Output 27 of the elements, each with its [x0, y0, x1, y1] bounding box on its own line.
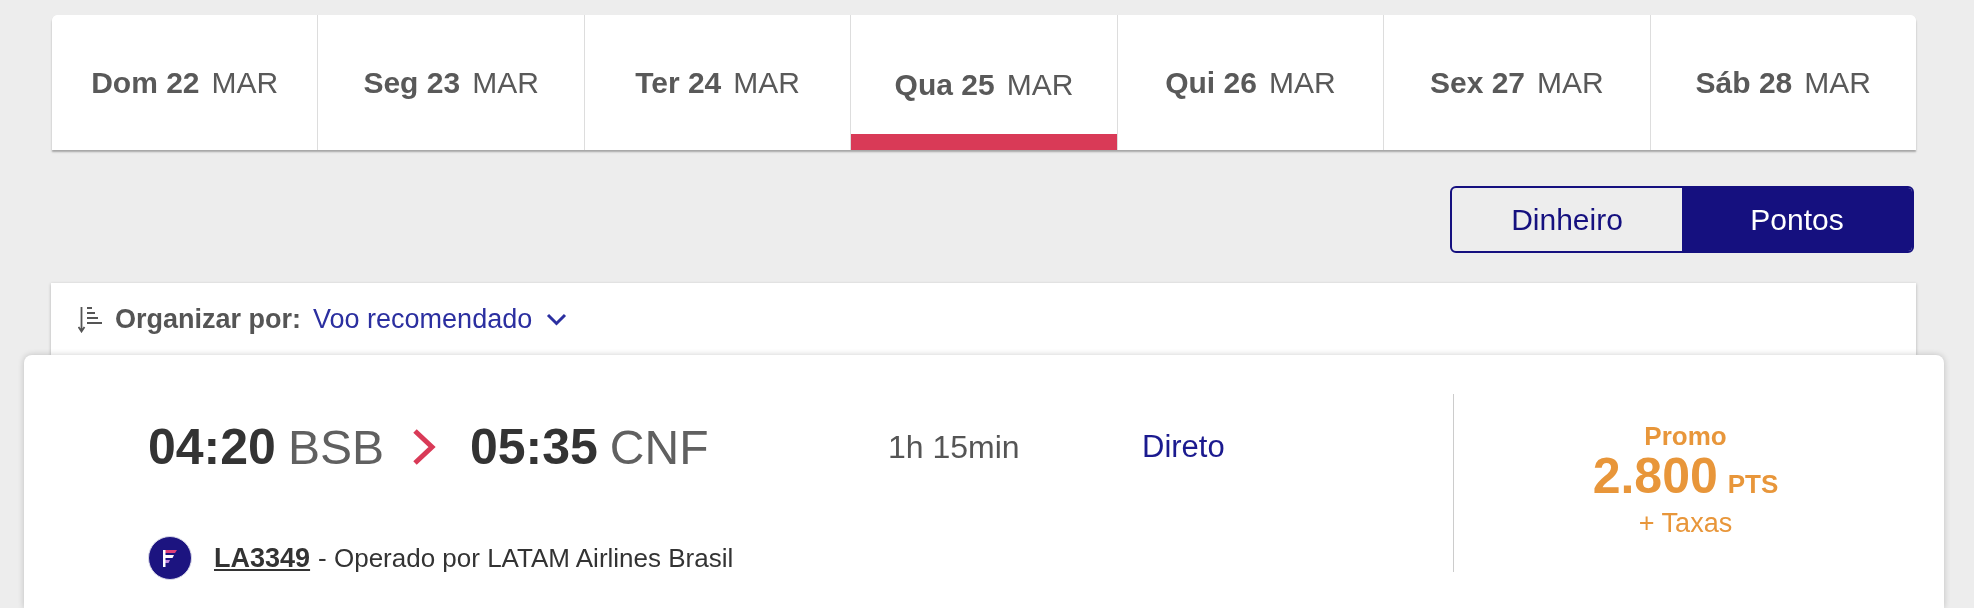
price-amount: 2.800: [1592, 451, 1718, 501]
sort-label: Organizar por:: [115, 303, 302, 335]
sort-icon: [78, 305, 103, 333]
fare-option[interactable]: Pontos: [1682, 188, 1912, 251]
date-tab[interactable]: Qui 26 MAR: [1117, 15, 1385, 150]
date-tab[interactable]: Ter 24 MAR: [584, 15, 852, 150]
date-tab[interactable]: Seg 23 MAR: [318, 15, 585, 150]
departure-time: 04:20: [148, 418, 276, 476]
airline-logo-icon: [148, 536, 192, 580]
operator-text: - Operado por LATAM Airlines Brasil: [318, 542, 734, 574]
date-tab[interactable]: Dom 22 MAR: [52, 15, 319, 150]
flight-number-link[interactable]: LA3349: [214, 542, 311, 574]
stops-text: Direto: [1142, 429, 1225, 465]
fare-option[interactable]: Dinheiro: [1452, 188, 1682, 251]
sort-dropdown[interactable]: Voo recomendado: [313, 303, 568, 335]
date-tab[interactable]: Sáb 28 MAR: [1650, 15, 1916, 150]
date-tab[interactable]: Qua 25 MAR: [851, 15, 1118, 150]
date-tab[interactable]: Sex 27 MAR: [1384, 15, 1651, 150]
fare-label: Promo: [1644, 421, 1727, 451]
chevron-down-icon: [546, 312, 568, 326]
departure-airport: BSB: [287, 419, 384, 475]
flight-duration: 1h 15min: [888, 428, 1020, 466]
taxes-note: + Taxas: [1638, 509, 1733, 537]
price-unit: PTS: [1727, 468, 1779, 501]
chevron-right-icon: [411, 429, 436, 465]
arrival-time: 05:35: [469, 418, 598, 476]
arrival-airport: CNF: [609, 419, 709, 475]
